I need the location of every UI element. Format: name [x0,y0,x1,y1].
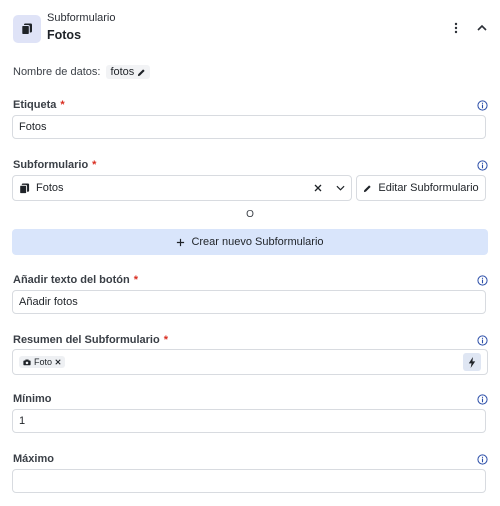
pencil-icon[interactable] [137,68,146,77]
header-subtitle: Subformulario [47,12,116,24]
more-options-icon[interactable] [447,19,465,37]
etiqueta-input[interactable]: Fotos [12,115,486,139]
minimo-input[interactable]: 1 [12,409,486,433]
resumen-label: Resumen del Subformulario * [13,334,168,346]
info-icon[interactable] [477,275,488,286]
button-text-value: Añadir fotos [19,296,78,308]
subformulario-label-text: Subformulario [13,159,89,171]
data-name-label: Nombre de datos: [13,66,101,78]
etiqueta-label: Etiqueta * [13,99,65,111]
subform-type-icon [13,15,41,43]
subformulario-value: Fotos [36,182,64,194]
button-text-input[interactable]: Añadir fotos [12,290,486,314]
etiqueta-value: Fotos [19,121,47,133]
data-name-chip[interactable]: fotos [106,65,151,79]
subformulario-label: Subformulario * [13,159,96,171]
info-icon[interactable] [477,394,488,405]
create-subform-label: Crear nuevo Subformulario [191,236,324,248]
required-mark: * [60,99,65,111]
info-icon[interactable] [477,160,488,171]
info-icon[interactable] [477,335,488,346]
header-title: Fotos [47,28,82,42]
remove-tag-icon[interactable] [55,359,61,365]
info-icon[interactable] [477,454,488,465]
required-mark: * [92,159,97,171]
data-name-value: fotos [110,66,135,78]
plus-icon [177,238,185,246]
minimo-label: Mínimo [13,393,52,405]
clear-icon[interactable] [314,184,322,192]
pencil-icon [364,184,372,192]
create-subform-button[interactable]: Crear nuevo Subformulario [12,229,488,255]
chevron-down-icon[interactable] [336,185,345,191]
resumen-input[interactable]: Foto [12,349,488,375]
maximo-label-text: Máximo [13,453,54,465]
copy-icon [21,23,32,35]
resumen-label-text: Resumen del Subformulario [13,334,160,346]
or-separator: O [246,209,254,220]
camera-icon [23,359,31,365]
required-mark: * [163,334,168,346]
edit-subform-label: Editar Subformulario [378,182,479,194]
summary-tag-label: Foto [34,357,53,367]
minimo-value: 1 [19,415,26,427]
required-mark: * [133,274,139,286]
subformulario-select[interactable]: Fotos [12,175,352,201]
summary-tag[interactable]: Foto [19,356,66,368]
collapse-chevron-icon[interactable] [473,19,491,37]
maximo-input[interactable] [12,469,486,493]
etiqueta-label-text: Etiqueta [13,99,57,111]
maximo-label: Máximo [13,453,54,465]
minimo-label-text: Mínimo [13,393,52,405]
edit-subform-button[interactable]: Editar Subformulario [356,175,486,201]
copy-icon [19,182,30,194]
data-name-row: Nombre de datos: fotos [13,64,151,80]
button-text-label: Añadir texto del botón * [13,274,138,286]
info-icon[interactable] [477,100,488,111]
lightning-icon [468,356,476,368]
lightning-button[interactable] [463,353,481,371]
button-text-label-text: Añadir texto del botón [13,274,130,286]
